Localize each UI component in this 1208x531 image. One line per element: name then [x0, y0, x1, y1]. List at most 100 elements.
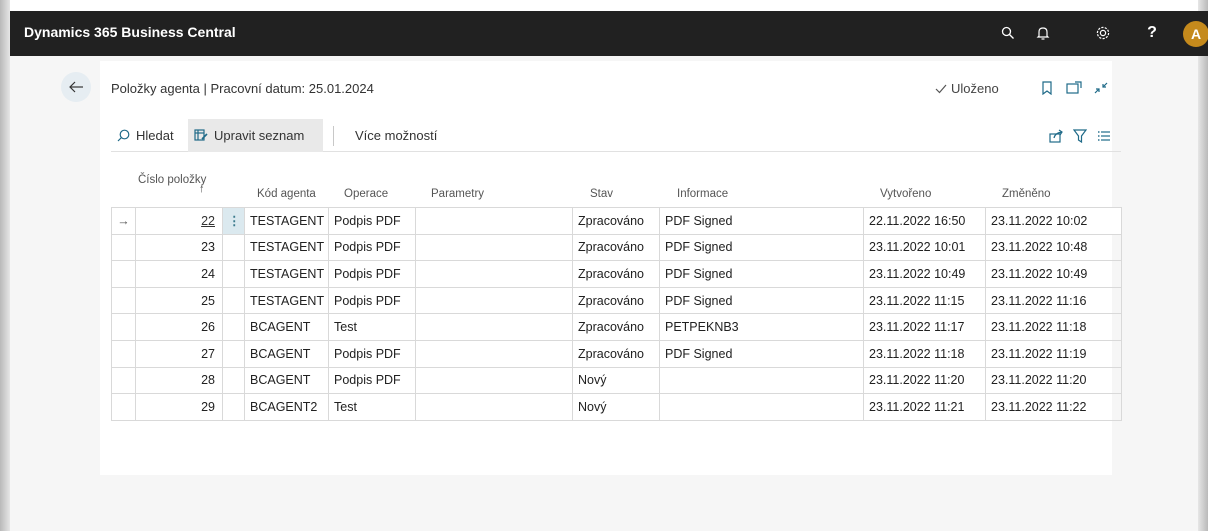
- cell-created: 23.11.2022 10:49: [863, 260, 986, 288]
- row-selector[interactable]: [111, 286, 136, 315]
- cell-agent-code: TESTAGENT: [244, 260, 329, 288]
- cell-modified: 23.11.2022 10:49: [985, 260, 1122, 288]
- table-row[interactable]: → 22 ⋮ TESTAGENT Podpis PDF Zpracováno PDF Sig…: [111, 207, 1122, 235]
- table-row[interactable]: 27 BCAGENT Podpis PDF Zpracováno PDF Signed 2…: [111, 339, 1122, 368]
- row-selector[interactable]: [111, 233, 136, 262]
- cell-parameters: [415, 207, 573, 235]
- col-header-modified[interactable]: Změněno: [1002, 188, 1051, 200]
- col-header-agent-code[interactable]: Kód agenta: [257, 188, 316, 200]
- cell-parameters: [415, 260, 573, 288]
- row-actions-icon[interactable]: [222, 313, 245, 341]
- cell-operation: Test: [328, 313, 416, 341]
- cell-agent-code: BCAGENT2: [244, 393, 329, 421]
- cell-created: 23.11.2022 11:18: [863, 339, 986, 368]
- more-options-label: Více možností: [355, 128, 438, 143]
- cell-parameters: [415, 233, 573, 262]
- gear-icon[interactable]: [1091, 21, 1115, 45]
- action-bar: Hledat Upravit seznam Více možností: [111, 119, 1121, 152]
- cell-operation: Podpis PDF: [328, 233, 416, 262]
- cell-agent-code: TESTAGENT: [244, 286, 329, 315]
- col-header-status[interactable]: Stav: [590, 188, 613, 200]
- cell-entry-no: 29: [135, 393, 223, 421]
- bell-icon[interactable]: [1031, 21, 1055, 45]
- saved-label: Uloženo: [951, 81, 999, 96]
- cell-operation: Podpis PDF: [328, 260, 416, 288]
- collapse-icon[interactable]: [1090, 77, 1112, 99]
- cell-info: PETPEKNB3: [659, 313, 864, 341]
- cell-status: Zpracováno: [572, 207, 660, 235]
- back-button[interactable]: [61, 72, 91, 102]
- table-row[interactable]: 29 BCAGENT2 Test Nový 23.11.2022 11:21 23.11.…: [111, 393, 1122, 421]
- cell-info: PDF Signed: [659, 339, 864, 368]
- row-actions-icon[interactable]: [222, 339, 245, 368]
- window-edge-right: [1198, 0, 1208, 531]
- open-new-window-icon[interactable]: [1063, 77, 1085, 99]
- current-row-arrow-icon[interactable]: →: [111, 207, 136, 235]
- table-row[interactable]: 25 TESTAGENT Podpis PDF Zpracováno PDF Signe…: [111, 286, 1122, 315]
- cell-agent-code: TESTAGENT: [244, 207, 329, 235]
- share-icon[interactable]: [1045, 125, 1067, 147]
- cell-modified: 23.11.2022 11:22: [985, 393, 1122, 421]
- edit-list-button[interactable]: Upravit seznam: [188, 119, 323, 152]
- cell-agent-code: BCAGENT: [244, 366, 329, 395]
- row-actions-icon[interactable]: [222, 286, 245, 315]
- cell-info: [659, 393, 864, 421]
- cell-modified: 23.11.2022 11:19: [985, 339, 1122, 368]
- bookmark-icon[interactable]: [1036, 77, 1058, 99]
- list-view-icon[interactable]: [1093, 125, 1115, 147]
- cell-status: Zpracováno: [572, 233, 660, 262]
- cell-modified: 23.11.2022 10:02: [985, 207, 1122, 235]
- cell-info: PDF Signed: [659, 286, 864, 315]
- saved-status: Uloženo: [935, 81, 999, 96]
- cell-info: PDF Signed: [659, 207, 864, 235]
- cell-parameters: [415, 339, 573, 368]
- search-icon[interactable]: [996, 21, 1020, 45]
- more-options-button[interactable]: Více možností: [349, 119, 443, 152]
- row-selector[interactable]: [111, 339, 136, 368]
- cell-entry-no: 26: [135, 313, 223, 341]
- help-icon[interactable]: ?: [1140, 21, 1164, 45]
- app-title[interactable]: Dynamics 365 Business Central: [24, 24, 236, 40]
- filter-icon[interactable]: [1069, 125, 1091, 147]
- table-row[interactable]: 28 BCAGENT Podpis PDF Nový 23.11.2022 11:20 2…: [111, 366, 1122, 395]
- col-header-created[interactable]: Vytvořeno: [880, 188, 931, 200]
- cell-parameters: [415, 313, 573, 341]
- col-header-parameters[interactable]: Parametry: [431, 188, 484, 200]
- cell-entry-no: 23: [135, 233, 223, 262]
- col-header-operation[interactable]: Operace: [344, 188, 388, 200]
- table-row[interactable]: 24 TESTAGENT Podpis PDF Zpracováno PDF Signe…: [111, 260, 1122, 288]
- row-actions-icon[interactable]: [222, 260, 245, 288]
- cell-operation: Podpis PDF: [328, 207, 416, 235]
- avatar[interactable]: A: [1183, 21, 1208, 47]
- cell-agent-code: TESTAGENT: [244, 233, 329, 262]
- table-row[interactable]: 26 BCAGENT Test Zpracováno PETPEKNB3 23.11.20…: [111, 313, 1122, 341]
- row-actions-icon[interactable]: [222, 233, 245, 262]
- row-actions-icon[interactable]: [222, 393, 245, 421]
- cell-status: Nový: [572, 366, 660, 395]
- cell-entry-no: 25: [135, 286, 223, 315]
- col-header-entry-no[interactable]: Číslo položky: [138, 174, 206, 186]
- cell-parameters: [415, 286, 573, 315]
- row-selector[interactable]: [111, 366, 136, 395]
- checkmark-icon: [935, 84, 947, 93]
- cell-entry-no: 24: [135, 260, 223, 288]
- cell-modified: 23.11.2022 11:20: [985, 366, 1122, 395]
- row-selector[interactable]: [111, 313, 136, 341]
- cell-created: 23.11.2022 11:21: [863, 393, 986, 421]
- cell-modified: 23.11.2022 10:48: [985, 233, 1122, 262]
- arrow-left-icon: [69, 81, 83, 93]
- cell-created: 23.11.2022 11:15: [863, 286, 986, 315]
- cell-status: Zpracováno: [572, 286, 660, 315]
- cell-operation: Test: [328, 393, 416, 421]
- cell-operation: Podpis PDF: [328, 366, 416, 395]
- row-selector[interactable]: [111, 260, 136, 288]
- col-header-info[interactable]: Informace: [677, 188, 728, 200]
- cell-entry-no[interactable]: 22: [135, 207, 223, 235]
- entries-table: → 22 ⋮ TESTAGENT Podpis PDF Zpracováno PDF Sig…: [111, 207, 1122, 421]
- search-action[interactable]: Hledat: [111, 119, 180, 152]
- row-actions-icon[interactable]: ⋮: [222, 207, 245, 235]
- app-bar: Dynamics 365 Business Central ? A: [10, 11, 1208, 56]
- row-actions-icon[interactable]: [222, 366, 245, 395]
- table-row[interactable]: 23 TESTAGENT Podpis PDF Zpracováno PDF Signe…: [111, 233, 1122, 262]
- row-selector[interactable]: [111, 393, 136, 421]
